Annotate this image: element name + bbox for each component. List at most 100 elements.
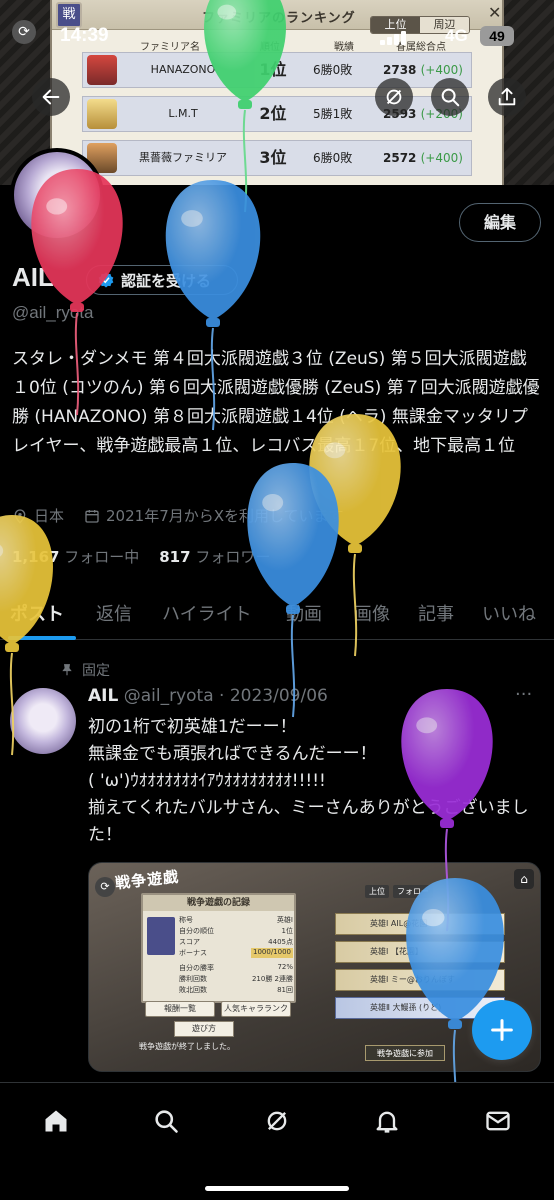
familia-rank: 3位 [259,148,287,167]
location-icon [14,508,26,524]
reward-list-button: 報酬一覧 [145,1001,215,1017]
grok-icon [386,89,402,105]
ranking-title: ファミリアのランキング [202,11,356,26]
record-line: ボーナス 1000/1000 [179,948,293,958]
profile-location: 日本 [34,507,65,525]
compose-button[interactable] [472,1000,532,1060]
get-verified-label: 認証を受ける [121,271,212,290]
emblem-icon [147,917,175,955]
status-time: 14:39 [60,25,109,46]
post-author[interactable]: AIL [88,686,118,706]
nav-search[interactable] [146,1101,186,1141]
ranking-row: 黒薔薇ファミリア 3位 6勝0敗 2572 (+400) [82,140,472,176]
search-button[interactable] [431,78,469,116]
rank-card: 英雄Ⅰ AIL@花園 [335,913,505,935]
nav-home[interactable] [36,1101,76,1141]
familia-name: 黒薔薇ファミリア [139,151,227,164]
profile-meta: 日本 2021年7月からXを利用しています [12,505,344,526]
record-line: 敗北回数 81回 [179,986,293,994]
post-text: 初の1桁で初英雄1だーー！ 無課金でも頑張ればできるんだーー！ ( 'ω')ｳｵ… [88,717,529,845]
battery-icon: 49 [480,26,514,46]
home-icon [45,1110,67,1132]
nav-messages[interactable] [478,1101,518,1141]
header-rank: 順位 [260,42,280,53]
familia-name: HANAZONO [150,63,216,76]
display-name: AIL [12,262,54,292]
record-buttons: 報酬一覧 人気キャラランク [145,1001,291,1017]
home-indicator [205,1186,349,1191]
nav-notifications[interactable] [367,1101,407,1141]
post-header: AIL @ail_ryota · 2023/09/06 [88,686,328,706]
profile-bio: スタレ・ダンメモ 第４回大派閥遊戯３位 (ZeuS) 第５回大派閥遊戯１0位 (… [12,349,540,456]
game-ranking-list: 上位 フォロー 英雄Ⅰ AIL@花園 英雄Ⅰ 【花園】 英雄Ⅰ ミー@おりんぼす … [305,885,505,1061]
search-icon [155,1110,178,1133]
familia-score: 2572 (+400) [383,151,463,165]
signal-icon [380,31,410,45]
share-button[interactable] [488,78,526,116]
arrow-left-icon [42,89,60,105]
calendar-icon [85,509,99,523]
plus-icon [491,1019,513,1041]
familia-avatar [87,99,117,129]
verified-badge-icon [98,272,114,288]
mail-icon [486,1111,510,1131]
pinned-text: 固定 [82,663,110,679]
record-line: 勝利回数 210勝 2連勝 [179,975,293,983]
tab-videos[interactable]: 動画 [286,600,322,626]
pin-icon [62,664,72,676]
familia-record: 5勝1敗 [313,107,353,121]
get-verified-button[interactable]: 認証を受ける [86,265,238,295]
profile-tabs: ポスト 返信 ハイライト 動画 画像 記事 いいね [0,590,554,640]
followers-link[interactable]: 817 フォロワー [159,546,270,567]
profile-joined: 2021年7月からXを利用しています [106,507,344,525]
follow-stats: 1,167 フォロー中 817 フォロワー [12,546,270,567]
tab-highlights[interactable]: ハイライト [162,600,252,626]
close-icon: ✕ [488,3,502,22]
header-familia: ファミリア名 [140,42,200,53]
post-meta: @ail_ryota · 2023/09/06 [123,686,328,706]
more-options-icon[interactable]: ··· [515,684,532,705]
tab-replies[interactable]: 返信 [96,600,132,626]
ranking-row: L.M.T 2位 5勝1敗 2593 (+200) [82,96,472,132]
bell-icon [376,1111,398,1133]
rank-card: 英雄Ⅰ ミー@おりんぼす [335,969,505,991]
bottom-navigation [0,1082,554,1200]
tab-articles[interactable]: 記事 [418,600,454,626]
profile-handle: @ail_ryota [12,303,94,322]
record-line: スコア 4405点 [179,938,293,946]
rotation-lock-icon: ⟳ [12,20,36,44]
tab-photos[interactable]: 画像 [354,600,390,626]
following-link[interactable]: 1,167 フォロー中 [12,546,139,567]
how-to-play-button: 遊び方 [174,1021,234,1037]
record-line: 称号 英雄Ⅰ [179,916,293,924]
share-icon [498,87,516,106]
ranking-headers: ファミリア名 順位 戦績 眷属総合点 [82,38,472,53]
tab-likes[interactable]: いいね [482,600,536,626]
post-avatar[interactable] [10,688,76,754]
tab-posts[interactable]: ポスト [10,600,64,626]
familia-record: 6勝0敗 [313,151,353,165]
record-line: 自分の勝率 72% [179,963,293,972]
profile-avatar[interactable] [10,148,104,242]
familia-rank: 2位 [259,104,287,123]
join-button: 戦争遊戯に参加 [365,1045,445,1061]
network-type: 4G [445,26,468,45]
popular-ranking-button: 人気キャラランク [221,1001,291,1017]
end-message: 戦争遊戯が終了しました。 [139,1042,235,1051]
ranking-row: HANAZONO 1位 6勝0敗 2738 (+400) [82,52,472,88]
record-title: 戦争遊戯の記録 [143,895,294,911]
tab-indicator [8,636,76,640]
game-record-panel: 戦争遊戯の記録 称号 英雄Ⅰ 自分の順位 1位 スコア 4405点 ボーナス 1000/… [141,893,296,1003]
grok-button[interactable] [375,78,413,116]
grok-icon [267,1111,287,1131]
edit-profile-button[interactable]: 編集 [459,203,541,242]
familia-avatar [87,55,117,85]
back-button[interactable] [32,78,70,116]
familia-record: 6勝0敗 [313,63,353,77]
search-icon [441,88,460,107]
nav-grok[interactable] [257,1101,297,1141]
rank-card: 英雄Ⅰ 【花園】 [335,941,505,963]
home-icon: ⌂ [514,869,534,889]
rotate-icon: ⟳ [95,877,115,897]
pinned-label: 固定 [60,660,110,680]
